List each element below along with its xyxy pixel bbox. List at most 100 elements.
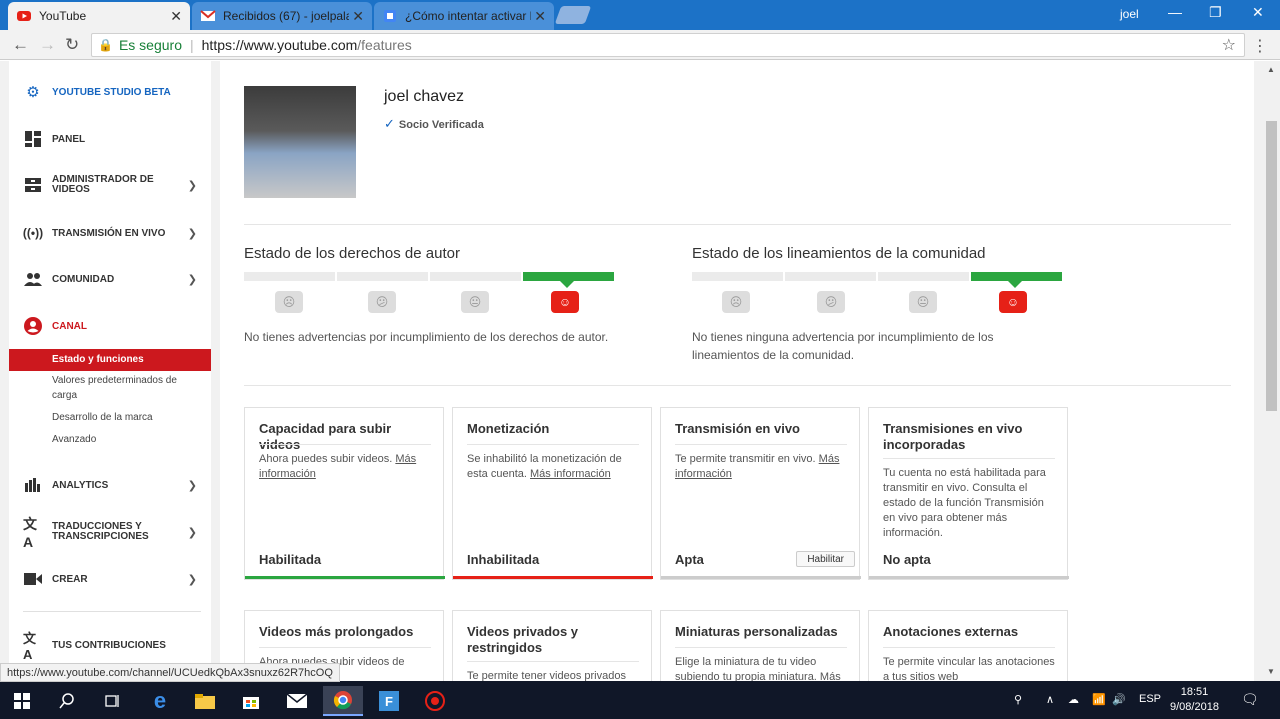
page-content: ⚙ YOUTUBE STUDIO BETA PANEL ADMINISTRADO…	[0, 61, 1280, 681]
check-icon: ✓	[384, 116, 395, 131]
close-window-icon[interactable]: ✕	[1252, 4, 1264, 21]
card-status-bar	[245, 576, 445, 579]
new-tab-button[interactable]	[554, 6, 592, 24]
sidebar-item-panel[interactable]: PANEL	[9, 128, 211, 150]
sidebar-item-studio-beta[interactable]: ⚙ YOUTUBE STUDIO BETA	[9, 81, 211, 103]
sidebar-subitem-advanced[interactable]: Avanzado	[9, 432, 211, 447]
community-status-line: lineamientos de la comunidad.	[692, 348, 855, 362]
feature-card-monetization: Monetización Se inhabilitó la monetizaci…	[452, 407, 653, 580]
reload-icon[interactable]: ↻	[65, 35, 79, 55]
wifi-icon[interactable]: 📶	[1092, 693, 1106, 706]
browser-menu-icon[interactable]: ⋮	[1252, 36, 1268, 56]
url-path: /features	[357, 37, 412, 53]
sidebar-item-label: TRANSMISIÓN EN VIVO	[52, 227, 166, 239]
back-arrow-icon[interactable]: ←	[12, 35, 29, 55]
neutral-face-icon: 😐	[461, 291, 489, 313]
lock-icon[interactable]: 🔒	[98, 38, 113, 52]
sidebar-item-channel[interactable]: CANAL	[9, 315, 211, 337]
copyright-strike-segment-current	[523, 272, 614, 288]
volume-icon[interactable]: 🔊	[1112, 693, 1126, 706]
feature-card-external-annotations: Anotaciones externas Te permite vincular…	[868, 610, 1068, 681]
page-scrollbar[interactable]: ▲ ▼	[1264, 61, 1280, 681]
card-title: Anotaciones externas	[883, 624, 1019, 639]
feature-card-embedded-live: Transmisiones en vivo incorporadas Tu cu…	[868, 407, 1069, 580]
close-tab-icon[interactable]: ✕	[534, 8, 546, 25]
close-tab-icon[interactable]: ✕	[352, 8, 364, 25]
tab-youtube[interactable]: YouTube ✕	[8, 2, 190, 30]
svg-text:F: F	[385, 694, 393, 709]
card-divider	[675, 647, 847, 648]
meh-face-icon: 😕	[817, 291, 845, 313]
clock-time: 18:51	[1180, 686, 1209, 698]
feature-card-live: Transmisión en vivo Te permite transmiti…	[660, 407, 861, 580]
taskbar-clock[interactable]: 18:51 9/08/2018	[1170, 685, 1219, 715]
chevron-down-icon[interactable]: ❯	[188, 479, 197, 492]
scroll-down-icon[interactable]: ▼	[1267, 667, 1275, 676]
sidebar-item-label: CANAL	[52, 320, 87, 332]
file-explorer-icon[interactable]	[185, 686, 225, 716]
sidebar-item-create[interactable]: CREAR ❯	[9, 568, 211, 590]
chevron-up-icon[interactable]: ∧	[1046, 693, 1054, 706]
card-desc-text: Ahora puedes subir videos.	[259, 453, 393, 465]
sidebar-item-video-manager[interactable]: ADMINISTRADOR DE VIDEOS ❯	[9, 171, 211, 199]
maximize-icon[interactable]: ❐	[1209, 4, 1222, 21]
card-status: Habilitada	[259, 552, 322, 567]
address-input[interactable]: 🔒 Es seguro | https://www.youtube.com/fe…	[91, 33, 1245, 57]
card-description: Te permite vincular las anotaciones a tu…	[883, 656, 1055, 681]
sidebar-item-label: PANEL	[52, 133, 86, 145]
scroll-thumb[interactable]	[1266, 121, 1277, 411]
studio-sidebar: ⚙ YOUTUBE STUDIO BETA PANEL ADMINISTRADO…	[9, 61, 211, 681]
minimize-icon[interactable]: —	[1168, 4, 1182, 20]
onedrive-cloud-icon[interactable]: ☁	[1068, 693, 1079, 706]
sidebar-subitem-status[interactable]: Estado y funciones	[9, 349, 211, 371]
app-f-icon[interactable]: F	[369, 686, 409, 716]
neutral-face-icon: 😐	[909, 291, 937, 313]
sidebar-subitem-upload-defaults[interactable]: Valores predeterminados de carga	[9, 373, 194, 403]
windows-start-icon[interactable]	[2, 686, 42, 716]
close-tab-icon[interactable]: ✕	[170, 8, 182, 25]
chevron-down-icon[interactable]: ❯	[188, 227, 197, 240]
sidebar-item-analytics[interactable]: ANALYTICS ❯	[9, 474, 211, 496]
input-language[interactable]: ESP	[1139, 693, 1161, 705]
chevron-down-icon[interactable]: ❯	[188, 273, 197, 286]
sidebar-item-contributions[interactable]: 文A TUS CONTRIBUCIONES	[9, 631, 211, 662]
sidebar-item-translations[interactable]: 文A TRADUCCIONES Y TRANSCRIPCIONES ❯	[9, 516, 211, 550]
profile-name[interactable]: joel	[1120, 7, 1139, 21]
card-desc-text: Te permite transmitir en vivo.	[675, 453, 816, 465]
section-divider	[244, 224, 1231, 225]
address-toolbar: ← → ↻ 🔒 Es seguro | https://www.youtube.…	[0, 30, 1280, 60]
sidebar-item-community[interactable]: COMUNIDAD ❯	[9, 268, 211, 290]
channel-avatar[interactable]	[244, 86, 356, 198]
people-tray-icon[interactable]: ⚲	[1014, 693, 1022, 706]
card-divider	[467, 444, 639, 445]
mail-icon[interactable]	[277, 686, 317, 716]
chevron-down-icon[interactable]: ❯	[188, 179, 197, 192]
sidebar-item-live[interactable]: ((•)) TRANSMISIÓN EN VIVO ❯	[9, 222, 211, 244]
chevron-down-icon[interactable]: ❯	[188, 573, 197, 586]
sidebar-subitem-branding[interactable]: Desarrollo de la marca	[9, 410, 211, 425]
app-red-circle-icon[interactable]	[415, 686, 455, 716]
card-status: Apta	[675, 552, 704, 567]
edge-browser-icon[interactable]: e	[140, 686, 180, 716]
forward-arrow-icon[interactable]: →	[39, 35, 56, 55]
chrome-icon[interactable]	[323, 686, 363, 716]
tab-help[interactable]: ¿Cómo intentar activar la ✕	[374, 2, 554, 30]
more-info-link[interactable]: Más información	[530, 468, 611, 480]
copyright-status-text: No tienes advertencias por incumplimient…	[244, 330, 609, 344]
sidebar-item-label: TRADUCCIONES Y TRANSCRIPCIONES	[52, 521, 149, 542]
notifications-icon[interactable]: 🗨	[1241, 691, 1259, 708]
task-view-icon[interactable]	[92, 686, 132, 716]
link-status-url: https://www.youtube.com/channel/UCUedkQb…	[0, 663, 340, 682]
chevron-down-icon[interactable]: ❯	[188, 526, 197, 539]
search-icon[interactable]	[47, 686, 87, 716]
store-icon[interactable]	[231, 686, 271, 716]
card-status: Inhabilitada	[467, 552, 540, 567]
tab-gmail[interactable]: Recibidos (67) - joelpalac ✕	[192, 2, 372, 30]
enable-live-button[interactable]: Habilitar	[796, 551, 855, 567]
scroll-up-icon[interactable]: ▲	[1267, 65, 1275, 74]
bookmark-star-icon[interactable]: ☆	[1222, 35, 1236, 55]
meh-face-icon: 😕	[368, 291, 396, 313]
sad-face-icon: ☹	[722, 291, 750, 313]
translate-icon: 文A	[23, 516, 37, 550]
main-panel: joel chavez ✓ Socio Verificada Estado de …	[220, 61, 1254, 681]
